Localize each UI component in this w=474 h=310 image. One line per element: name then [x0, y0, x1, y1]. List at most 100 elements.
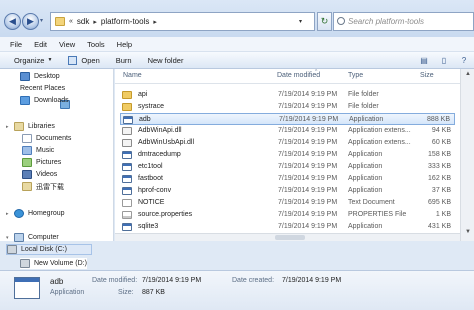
breadcrumb-separator[interactable]: ▸	[93, 18, 97, 26]
expand-libraries-icon[interactable]: ▸	[6, 124, 9, 130]
file-date: 7/19/2014 9:19 PM	[278, 199, 338, 206]
file-date: 7/19/2014 9:19 PM	[278, 175, 338, 182]
file-row[interactable]: source.properties 7/19/2014 9:19 PM PROPER…	[120, 209, 455, 221]
nav-new-volume-d[interactable]: New Volume (D:)	[20, 258, 87, 269]
nav-local-disk-c[interactable]: Local Disk (C:)	[6, 244, 92, 255]
application-icon	[123, 116, 133, 124]
menu-tools[interactable]: Tools	[87, 40, 105, 49]
details-pane: adb Application Date modified: 7/19/2014…	[0, 270, 474, 310]
navigation-pane[interactable]: Desktop Recent Places Downloads ▸ Librar…	[0, 69, 114, 243]
nav-documents[interactable]: Documents	[22, 133, 71, 144]
recent-pages-dropdown[interactable]: ▾	[40, 17, 43, 24]
refresh-button[interactable]: ↻	[317, 12, 332, 31]
breadcrumb-sdk[interactable]: sdk	[77, 17, 89, 26]
nav-homegroup-label: Homegroup	[28, 210, 65, 217]
application-icon	[122, 187, 132, 195]
breadcrumb-overflow[interactable]: «	[69, 18, 73, 25]
vertical-scrollbar[interactable]: ▲ ▼	[460, 69, 474, 241]
menu-view[interactable]: View	[59, 40, 75, 49]
file-row[interactable]: systrace 7/19/2014 9:19 PM File folder	[120, 101, 455, 113]
details-created-value: 7/19/2014 9:19 PM	[282, 277, 342, 284]
file-list[interactable]: api 7/19/2014 9:19 PM File folder systrace…	[115, 84, 460, 241]
breadcrumb-separator[interactable]: ▸	[153, 18, 157, 26]
file-row[interactable]: hprof-conv 7/19/2014 9:19 PM Application 37…	[120, 185, 455, 197]
file-name: AdbWinUsbApi.dll	[138, 139, 195, 146]
help-icon: ?	[461, 56, 467, 65]
file-row[interactable]: AdbWinApi.dll 7/19/2014 9:19 PM Applicatio…	[120, 125, 455, 137]
nav-recent-places[interactable]: Recent Places	[20, 83, 70, 109]
file-row[interactable]: fastboot 7/19/2014 9:19 PM Application 162 …	[120, 173, 455, 185]
new-folder-label: New folder	[147, 55, 184, 65]
details-modified-value: 7/19/2014 9:19 PM	[142, 277, 202, 284]
file-date: 7/19/2014 9:19 PM	[278, 139, 338, 146]
nav-downloads[interactable]: Downloads	[20, 95, 69, 106]
nav-computer[interactable]: Computer	[14, 232, 59, 243]
file-date: 7/19/2014 9:19 PM	[278, 91, 338, 98]
organize-button[interactable]: Organize ▼	[14, 56, 52, 65]
preview-pane-icon: ▯	[441, 56, 447, 65]
file-type: Application extens...	[348, 139, 411, 146]
file-date: 7/19/2014 9:19 PM	[279, 116, 339, 123]
command-bar: Organize ▼ Open Burn New folder ▤ ▯ ?	[0, 52, 474, 69]
properties-file-icon	[122, 211, 132, 219]
horizontal-scroll-thumb[interactable]	[275, 235, 305, 240]
nav-libraries[interactable]: Libraries	[14, 121, 55, 132]
expand-computer-icon[interactable]: ▾	[6, 235, 9, 241]
breadcrumb-platform-tools[interactable]: platform-tools	[101, 17, 149, 26]
file-type: Application	[348, 175, 383, 182]
file-row[interactable]: etc1tool 7/19/2014 9:19 PM Application 333 …	[120, 161, 455, 173]
search-input[interactable]: Search platform-tools	[333, 12, 474, 31]
file-row-selected[interactable]: adb 7/19/2014 9:19 PM Application 888 KB	[120, 113, 455, 125]
chevron-down-icon: ▼	[47, 57, 53, 63]
column-date-modified[interactable]: Date modified	[277, 72, 320, 79]
file-row[interactable]: dmtracedump 7/19/2014 9:19 PM Application 1…	[120, 149, 455, 161]
preview-pane-button[interactable]: ▯	[434, 54, 454, 68]
expand-homegroup-icon[interactable]: ▸	[6, 211, 9, 217]
file-size: 60 KB	[431, 139, 451, 146]
file-row[interactable]: NOTICE 7/19/2014 9:19 PM Text Document 695 …	[120, 197, 455, 209]
nav-music[interactable]: Music	[22, 145, 54, 156]
file-date: 7/19/2014 9:19 PM	[278, 223, 338, 230]
nav-pictures[interactable]: Pictures	[22, 157, 61, 168]
back-button[interactable]: ◀	[4, 13, 21, 30]
address-history-dropdown[interactable]: ▾	[299, 18, 302, 25]
menu-edit[interactable]: Edit	[34, 40, 47, 49]
file-size: 37 KB	[431, 187, 451, 194]
documents-icon	[22, 134, 32, 143]
file-name: etc1tool	[138, 163, 163, 170]
folder-icon	[55, 17, 65, 26]
computer-icon	[14, 233, 24, 242]
file-row[interactable]: sqlite3 7/19/2014 9:19 PM Application 431 K…	[120, 221, 455, 233]
nav-desktop[interactable]: Desktop	[20, 71, 60, 82]
menu-help[interactable]: Help	[117, 40, 132, 49]
change-view-button[interactable]: ▤	[414, 54, 434, 68]
forward-button[interactable]: ▶	[22, 13, 39, 30]
column-name[interactable]: Name	[123, 72, 142, 79]
column-type[interactable]: Type	[348, 72, 363, 79]
help-button[interactable]: ?	[454, 54, 474, 68]
nav-downloads-label: Downloads	[34, 97, 69, 104]
file-size: 695 KB	[428, 199, 451, 206]
new-folder-button[interactable]: New folder	[148, 56, 184, 65]
open-button[interactable]: Open	[68, 55, 100, 65]
file-row[interactable]: AdbWinUsbApi.dll 7/19/2014 9:19 PM Applica…	[120, 137, 455, 149]
nav-xunlei-downloads[interactable]: 迅雷下载	[22, 181, 64, 192]
nav-videos[interactable]: Videos	[22, 169, 57, 180]
burn-button[interactable]: Burn	[116, 56, 132, 65]
file-row[interactable]: api 7/19/2014 9:19 PM File folder	[120, 89, 455, 101]
file-name: api	[138, 91, 148, 98]
view-icon: ▤	[420, 56, 428, 65]
nav-homegroup[interactable]: Homegroup	[14, 208, 65, 219]
downloads-icon	[20, 96, 30, 105]
details-created-label: Date created:	[232, 277, 275, 284]
file-type: Application	[348, 163, 383, 170]
nav-pictures-label: Pictures	[36, 159, 62, 166]
column-size[interactable]: Size	[420, 72, 434, 79]
menu-file[interactable]: File	[10, 40, 22, 49]
horizontal-scrollbar[interactable]	[115, 233, 460, 241]
details-size-label: Size:	[118, 289, 134, 296]
menu-bar: File Edit View Tools Help	[0, 37, 474, 52]
scroll-up-icon[interactable]: ▲	[463, 71, 473, 81]
scroll-down-icon[interactable]: ▼	[463, 229, 473, 239]
address-bar[interactable]: « sdk ▸ platform-tools ▸ ▾	[50, 12, 315, 31]
